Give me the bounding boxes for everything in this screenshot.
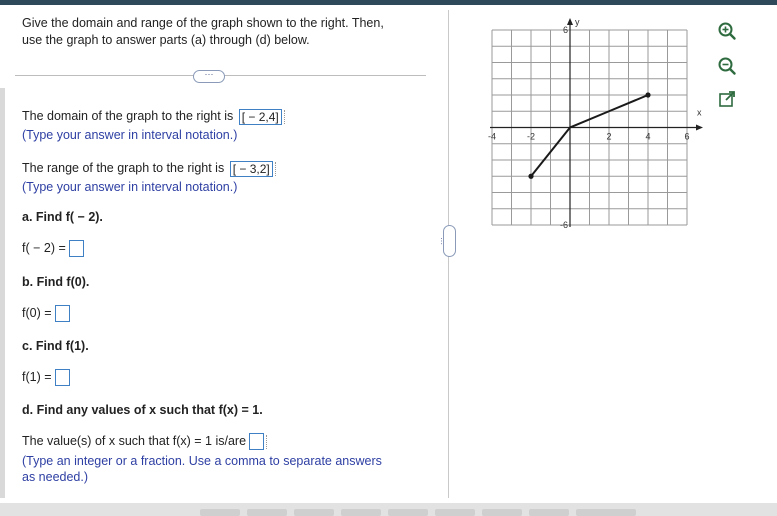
part-b-answer-row: f(0) = [22,305,70,323]
bottom-bar [0,503,777,516]
expand-pane-button[interactable]: ··· [437,225,456,257]
bottom-tab[interactable] [435,509,475,516]
x-tick-label: -2 [527,132,535,142]
y-tick-label: -6 [560,220,568,230]
bottom-tab[interactable] [247,509,287,516]
domain-row: The domain of the graph to the right is … [22,108,285,125]
y-axis-arrow [567,18,573,25]
y-tick-label: 6 [563,25,568,35]
bottom-tab[interactable] [482,509,522,516]
part-d-prompt: The value(s) of x such that f(x) = 1 is/… [22,434,247,448]
part-c-text: c. Find f(1). [22,339,89,353]
part-a-text: a. Find f( − 2). [22,210,103,224]
domain-prompt: The domain of the graph to the right is [22,109,234,123]
endpoint-start [528,173,534,179]
range-prompt: The range of the graph to the right is [22,161,225,175]
part-b-lhs: f(0) = [22,306,52,320]
bottom-tab[interactable] [294,509,334,516]
range-answer-field[interactable]: [ − 3,2] [229,160,273,177]
part-c-answer-field[interactable] [54,369,70,387]
zoom-out-icon[interactable] [717,56,737,76]
x-tick-label: 4 [645,132,650,142]
domain-hint: (Type your answer in interval notation.) [22,128,238,142]
part-a-lhs: f( − 2) = [22,241,66,255]
range-hint: (Type your answer in interval notation.) [22,180,238,194]
bottom-tab[interactable] [341,509,381,516]
range-row: The range of the graph to the right is [… [22,160,276,177]
graph-axes: xy [490,18,703,227]
function-graph: xy -4 -2 2 4 66-6 [488,18,703,230]
bottom-tab[interactable] [576,509,636,516]
part-c-label: c. Find f(1). [22,338,89,354]
x-axis-label: x [697,108,702,118]
part-d-hint-line2: as needed.) [22,470,89,484]
endpoint-end [645,92,651,98]
domain-field-cursor [283,109,285,124]
part-b-text: b. Find f(0). [22,275,90,289]
x-axis-arrow [696,124,703,131]
part-a-answer-field[interactable] [68,240,84,258]
part-c-lhs: f(1) = [22,370,52,384]
part-d-hint-line1: (Type an integer or a fraction. Use a co… [22,454,382,468]
left-scrollbar[interactable] [0,88,5,498]
expand-question-button[interactable]: ··· [193,70,225,83]
question-intro-line2: use the graph to answer parts (a) throug… [22,33,310,47]
question-intro-line1: Give the domain and range of the graph s… [22,16,384,30]
part-d-field-cursor [265,434,268,449]
part-a-label: a. Find f( − 2). [22,209,103,225]
domain-answer-field[interactable]: [ − 2,4] [238,108,282,125]
part-c-answer-row: f(1) = [22,369,70,387]
bottom-tab[interactable] [529,509,569,516]
part-d-answer-field[interactable] [249,433,265,451]
part-d-text: d. Find any values of x such that f(x) =… [22,403,263,417]
x-tick-label: -4 [488,132,496,142]
popout-icon[interactable] [717,89,737,109]
range-field-cursor [274,161,276,176]
part-d-answer-row: The value(s) of x such that f(x) = 1 is/… [22,433,268,451]
bottom-tab[interactable] [388,509,428,516]
part-a-answer-row: f( − 2) = [22,240,84,258]
x-tick-label: 2 [606,132,611,142]
part-b-answer-field[interactable] [54,305,70,323]
part-b-label: b. Find f(0). [22,274,89,290]
top-bar [0,0,777,5]
y-axis-label: y [575,18,580,27]
zoom-in-icon[interactable] [717,21,737,41]
part-d-label: d. Find any values of x such that f(x) =… [22,402,263,418]
x-tick-label: 6 [684,132,689,142]
bottom-tab[interactable] [200,509,240,516]
